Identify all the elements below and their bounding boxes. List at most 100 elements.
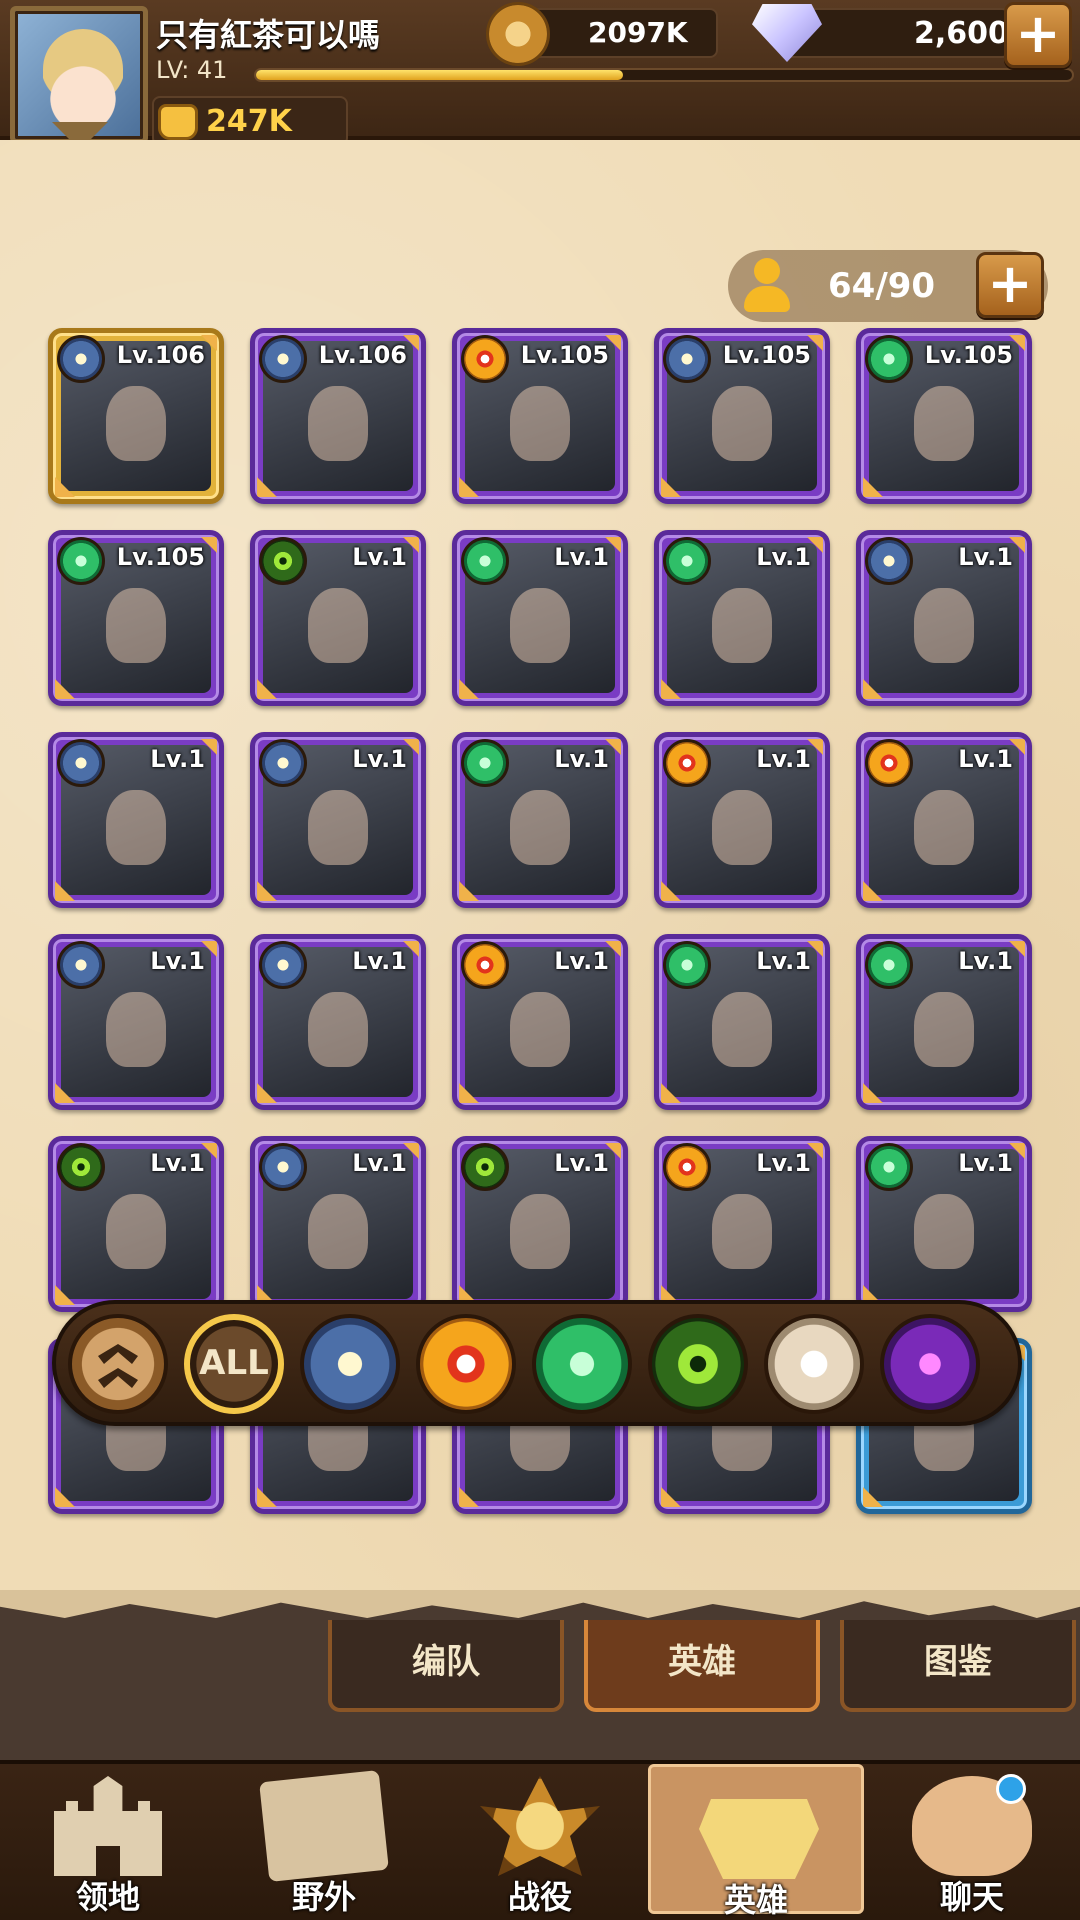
hero-card[interactable]: Lv.1 [250,934,426,1110]
gold-value: 2097K [588,16,688,49]
filter-graveborn-icon[interactable] [648,1314,748,1414]
gem-value: 2,600 [914,16,1009,51]
xp-bar [254,68,1074,82]
nav-label: 聊天 [939,1878,1004,1916]
filter-hypogean-icon[interactable] [880,1314,980,1414]
helmet-icon [699,1799,819,1879]
avatar-portrait [43,29,123,129]
hero-level: Lv.105 [520,341,609,369]
lightbearer-faction-icon [57,941,105,989]
lightbearer-faction-icon [663,335,711,383]
hero-card[interactable]: Lv.1 [250,1136,426,1312]
wilder-faction-icon [663,537,711,585]
hero-level: Lv.105 [924,341,1013,369]
hero-card[interactable]: Lv.1 [654,732,830,908]
hero-card[interactable]: Lv.1 [48,732,224,908]
hero-card[interactable]: Lv.1 [452,934,628,1110]
wilder-faction-icon [57,537,105,585]
hero-card[interactable]: Lv.1 [654,530,830,706]
add-gems-button[interactable]: + [1004,2,1072,68]
chevron-up-icon [98,1344,138,1364]
hero-card[interactable]: Lv.1 [452,530,628,706]
mauler-faction-icon [461,941,509,989]
hero-card[interactable]: Lv.105 [654,328,830,504]
hero-card[interactable]: Lv.1 [48,1136,224,1312]
hero-level: Lv.1 [958,947,1013,975]
map-scroll-icon [259,1770,389,1882]
xp-bar-fill [256,70,624,80]
hero-card[interactable]: Lv.1 [856,732,1032,908]
hero-card[interactable]: Lv.105 [48,530,224,706]
hero-level: Lv.1 [352,1149,407,1177]
hero-card[interactable]: Lv.1 [856,1136,1032,1312]
nav-label: 战役 [507,1878,572,1916]
hero-card[interactable]: Lv.106 [48,328,224,504]
bottom-nav: 领地 野外 战役 英雄 聊天 [0,1760,1080,1920]
sub-tab-area: 编队 英雄 图鉴 [0,1590,1080,1760]
hero-card[interactable]: Lv.105 [452,328,628,504]
filter-lightbearer-icon[interactable] [300,1314,400,1414]
sort-up-button[interactable] [68,1314,168,1414]
graveborn-faction-icon [461,1143,509,1191]
filter-all-button[interactable]: ALL [184,1314,284,1414]
torn-paper-edge [0,1590,1080,1618]
graveborn-faction-icon [259,537,307,585]
expand-roster-button[interactable]: + [976,252,1044,318]
lightbearer-faction-icon [259,941,307,989]
castle-icon [54,1776,162,1876]
hero-level: Lv.1 [554,543,609,571]
top-bar: 只有紅茶可以嗎 LV: 41 247K 2097K 2,600 + [0,0,1080,150]
hero-level: Lv.1 [554,1149,609,1177]
hero-card[interactable]: Lv.1 [654,934,830,1110]
hero-card[interactable]: Lv.1 [856,530,1032,706]
wilder-faction-icon [865,1143,913,1191]
hero-level: Lv.1 [756,1149,811,1177]
wilder-faction-icon [663,941,711,989]
battle-emblem-icon [480,1776,600,1876]
lightbearer-faction-icon [259,335,307,383]
nav-territory[interactable]: 领地 [0,1764,216,1920]
hero-level: Lv.1 [756,745,811,773]
tab-heroes[interactable]: 英雄 [584,1620,820,1712]
chevron-up-icon [98,1368,138,1388]
nav-heroes[interactable]: 英雄 [648,1764,864,1919]
nav-chat[interactable]: 聊天 [864,1764,1080,1920]
hero-level: Lv.1 [352,947,407,975]
hero-card[interactable]: Lv.1 [654,1136,830,1312]
lightbearer-faction-icon [57,335,105,383]
hero-level: Lv.1 [756,947,811,975]
nav-wilderness[interactable]: 野外 [216,1764,432,1920]
hero-level: Lv.1 [958,745,1013,773]
hero-level: Lv.105 [116,543,205,571]
mauler-faction-icon [865,739,913,787]
hero-card[interactable]: Lv.1 [250,530,426,706]
tab-gallery[interactable]: 图鉴 [840,1620,1076,1712]
filter-wilder-icon[interactable] [532,1314,632,1414]
hero-level: Lv.1 [150,947,205,975]
hero-level: Lv.1 [958,543,1013,571]
graveborn-faction-icon [57,1143,105,1191]
hero-level: Lv.1 [554,745,609,773]
hero-card[interactable]: Lv.1 [250,732,426,908]
wilder-faction-icon [865,941,913,989]
hero-card[interactable]: Lv.1 [48,934,224,1110]
filter-celestial-icon[interactable] [764,1314,864,1414]
power-value: 247K [206,104,292,139]
nav-label: 野外 [291,1878,356,1916]
hero-card[interactable]: Lv.1 [856,934,1032,1110]
hero-card[interactable]: Lv.1 [452,732,628,908]
hero-card[interactable]: Lv.1 [452,1136,628,1312]
filter-mauler-icon[interactable] [416,1314,516,1414]
hero-level: Lv.1 [150,1149,205,1177]
gold-coin-icon [486,2,550,66]
hero-level: Lv.105 [722,341,811,369]
player-name: 只有紅茶可以嗎 [156,16,381,54]
hero-card[interactable]: Lv.105 [856,328,1032,504]
hero-level: Lv.1 [150,745,205,773]
tab-team[interactable]: 编队 [328,1620,564,1712]
nav-campaign[interactable]: 战役 [432,1764,648,1920]
faction-filter-bar: ALL [52,1300,1022,1426]
hero-card[interactable]: Lv.106 [250,328,426,504]
hero-level: Lv.1 [756,543,811,571]
lightbearer-faction-icon [259,1143,307,1191]
